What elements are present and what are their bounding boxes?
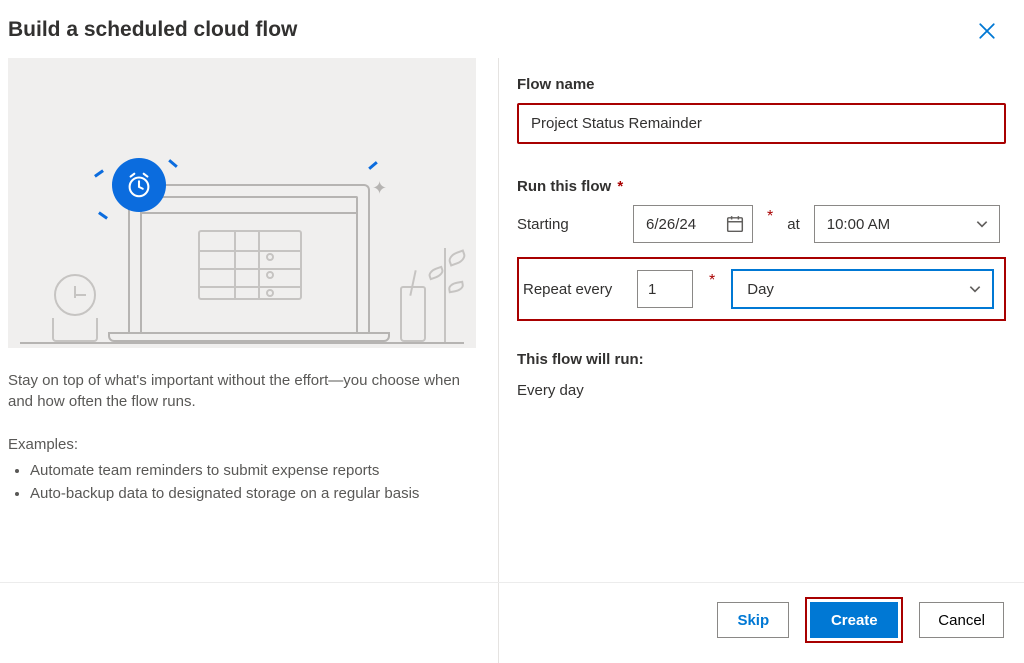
calendar-icon (726, 215, 744, 233)
repeat-unit-select[interactable]: Day (731, 269, 994, 309)
create-button[interactable]: Create (810, 602, 898, 638)
left-column: ✦ Stay on top of what's important withou… (8, 58, 492, 663)
repeat-unit-value: Day (747, 281, 774, 298)
examples-label: Examples: (8, 436, 472, 453)
summary-label: This flow will run: (517, 351, 1006, 368)
cup-icon (400, 286, 426, 342)
starting-row: Starting 6/26/24 * at 10:00 AM (517, 205, 1006, 243)
cancel-button[interactable]: Cancel (919, 602, 1004, 638)
required-asterisk: * (767, 209, 773, 225)
summary-value: Every day (517, 382, 1006, 399)
skip-button[interactable]: Skip (717, 602, 789, 638)
dialog-header: Build a scheduled cloud flow (0, 0, 1024, 58)
chevron-down-icon (975, 217, 989, 231)
dialog-body: ✦ Stay on top of what's important withou… (0, 58, 1024, 663)
starting-label: Starting (517, 216, 619, 233)
examples-list: Automate team reminders to submit expens… (8, 459, 472, 506)
illustration: ✦ (8, 58, 476, 348)
flow-name-input[interactable] (519, 105, 1004, 142)
start-time-value: 10:00 AM (827, 216, 890, 233)
create-button-highlight: Create (805, 597, 903, 643)
scheduled-flow-dialog: Build a scheduled cloud flow (0, 0, 1024, 663)
run-flow-label: Run this flow * (517, 178, 1006, 195)
vertical-divider (498, 58, 499, 663)
close-icon[interactable] (970, 18, 1004, 48)
start-date-value: 6/26/24 (646, 216, 696, 233)
required-asterisk: * (709, 273, 715, 289)
description-text: Stay on top of what's important without … (8, 370, 472, 412)
flow-name-input-highlight (517, 103, 1006, 144)
dialog-footer: Skip Create Cancel (0, 582, 1024, 657)
start-time-select[interactable]: 10:00 AM (814, 205, 1000, 243)
desk-clock-icon (52, 274, 98, 342)
alarm-clock-icon (112, 158, 166, 212)
flow-name-label: Flow name (517, 76, 1006, 93)
right-column: Flow name Run this flow * Starting 6/26/… (517, 58, 1016, 663)
list-item: Automate team reminders to submit expens… (30, 459, 472, 482)
start-date-input[interactable]: 6/26/24 (633, 205, 753, 243)
list-item: Auto-backup data to designated storage o… (30, 482, 472, 505)
repeat-label: Repeat every (519, 281, 621, 298)
dialog-title: Build a scheduled cloud flow (8, 18, 297, 42)
repeat-row-highlight: Repeat every 1 * Day (517, 257, 1006, 321)
repeat-interval-input[interactable]: 1 (637, 270, 693, 308)
at-label: at (787, 216, 800, 233)
chevron-down-icon (968, 282, 982, 296)
required-asterisk: * (613, 178, 623, 195)
